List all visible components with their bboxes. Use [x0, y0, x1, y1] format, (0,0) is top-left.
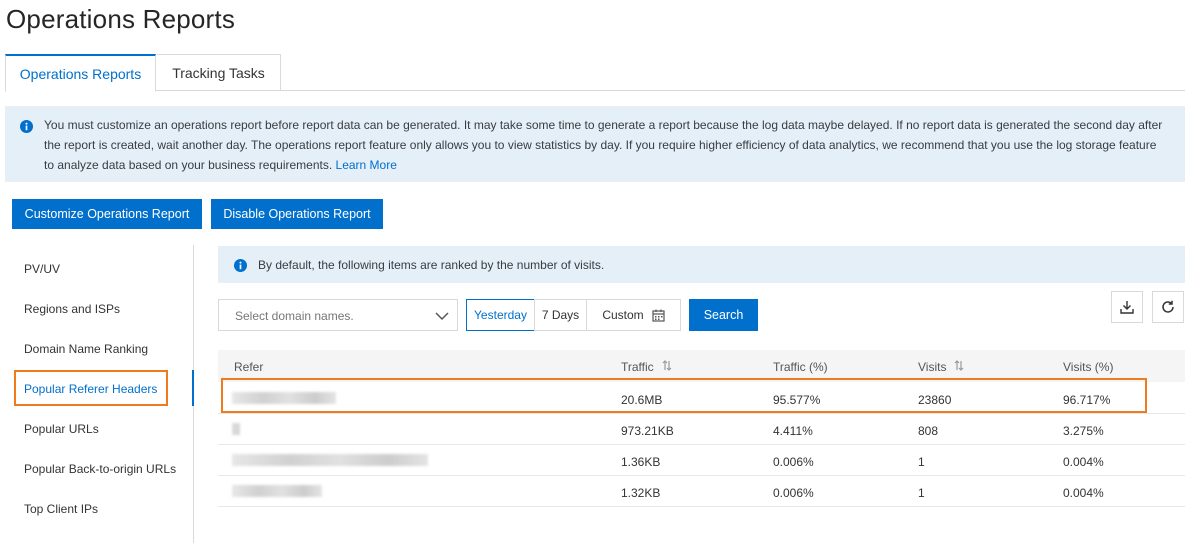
- redacted-referer: [232, 423, 240, 435]
- visits-cell: 808: [918, 424, 939, 438]
- refresh-icon: [1161, 300, 1175, 314]
- column-visits-label: Visits: [918, 360, 947, 374]
- sidebar-item-regions-isps[interactable]: Regions and ISPs: [24, 302, 120, 316]
- visits-cell: 1: [918, 486, 925, 500]
- traffic-pct-cell: 0.006%: [773, 486, 814, 500]
- range-yesterday[interactable]: Yesterday: [466, 299, 535, 331]
- column-refer: Refer: [234, 360, 264, 374]
- column-visits-pct: Visits (%): [1063, 360, 1114, 374]
- redacted-referer: [232, 485, 322, 497]
- info-icon: [234, 259, 247, 277]
- sidebar-item-pv-uv[interactable]: PV/UV: [24, 262, 60, 276]
- column-traffic-pct: Traffic (%): [773, 360, 828, 374]
- visits-pct-cell: 0.004%: [1063, 455, 1104, 469]
- download-icon: [1120, 300, 1134, 314]
- learn-more-link[interactable]: Learn More: [336, 158, 397, 172]
- traffic-cell: 1.36KB: [621, 455, 661, 469]
- column-traffic[interactable]: Traffic: [621, 360, 672, 374]
- range-custom[interactable]: Custom: [586, 299, 681, 331]
- customize-report-button[interactable]: Customize Operations Report: [12, 199, 202, 229]
- table-row[interactable]: 1.32KB 0.006% 1 0.004%: [218, 476, 1185, 507]
- tab-tracking-tasks[interactable]: Tracking Tasks: [157, 54, 281, 91]
- page-title: Operations Reports: [6, 4, 236, 34]
- ranking-notice: By default, the following items are rank…: [218, 246, 1185, 283]
- info-icon: [20, 120, 33, 138]
- column-visits[interactable]: Visits: [918, 360, 964, 374]
- ranking-notice-text: By default, the following items are rank…: [258, 258, 605, 272]
- sidebar-item-back-to-origin[interactable]: Popular Back-to-origin URLs: [24, 462, 176, 476]
- domain-select-placeholder: Select domain names.: [235, 309, 354, 323]
- chevron-down-icon: [435, 309, 449, 327]
- table-row[interactable]: 973.21KB 4.411% 808 3.275%: [218, 414, 1185, 445]
- traffic-cell: 1.32KB: [621, 486, 661, 500]
- calendar-icon: [652, 309, 665, 322]
- disable-report-button[interactable]: Disable Operations Report: [211, 199, 383, 229]
- tab-operations-reports[interactable]: Operations Reports: [5, 54, 156, 92]
- download-button[interactable]: [1111, 291, 1143, 323]
- redacted-referer: [232, 454, 428, 466]
- traffic-cell: 973.21KB: [621, 424, 674, 438]
- notice-banner: You must customize an operations report …: [5, 106, 1185, 182]
- range-7-days[interactable]: 7 Days: [534, 299, 587, 331]
- range-custom-label: Custom: [602, 308, 644, 322]
- domain-select[interactable]: Select domain names.: [218, 299, 458, 331]
- visits-cell: 1: [918, 455, 925, 469]
- sort-icon[interactable]: [662, 360, 672, 374]
- tab-bar: Operations Reports Tracking Tasks: [5, 54, 1185, 92]
- column-traffic-label: Traffic: [621, 360, 654, 374]
- notice-body: You must customize an operations report …: [44, 118, 1163, 172]
- sidebar-highlight-box: [14, 370, 168, 406]
- table-row[interactable]: 1.36KB 0.006% 1 0.004%: [218, 445, 1185, 476]
- row-highlight-box: [221, 378, 1147, 413]
- traffic-pct-cell: 0.006%: [773, 455, 814, 469]
- visits-pct-cell: 3.275%: [1063, 424, 1104, 438]
- sort-icon[interactable]: [954, 360, 964, 374]
- visits-pct-cell: 0.004%: [1063, 486, 1104, 500]
- sidebar-item-domain-ranking[interactable]: Domain Name Ranking: [24, 342, 148, 356]
- refresh-button[interactable]: [1152, 291, 1184, 323]
- traffic-pct-cell: 4.411%: [773, 424, 813, 438]
- search-button[interactable]: Search: [689, 299, 758, 331]
- sidebar-item-top-client-ips[interactable]: Top Client IPs: [24, 502, 98, 516]
- sidebar-item-popular-urls[interactable]: Popular URLs: [24, 422, 99, 436]
- notice-text: You must customize an operations report …: [44, 115, 1169, 175]
- sidebar-active-marker: [192, 370, 194, 406]
